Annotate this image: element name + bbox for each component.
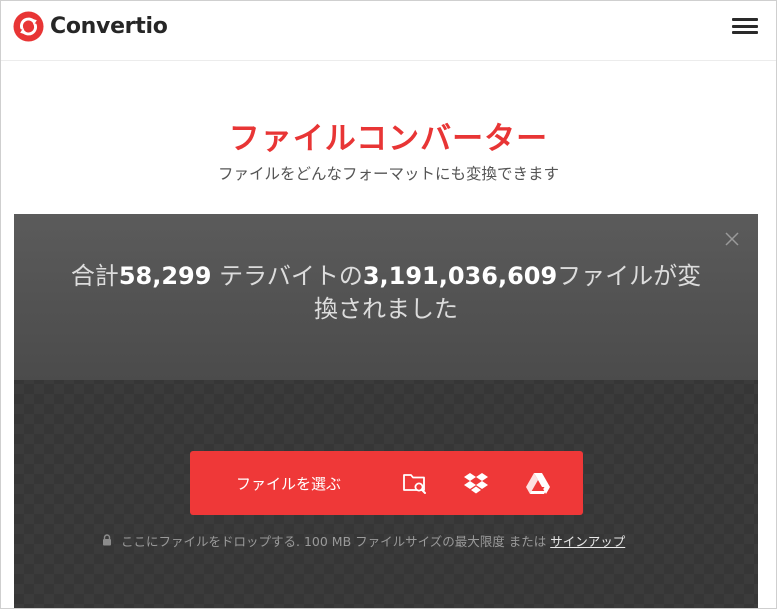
upload-area[interactable]: 合計58,299 テラバイトの3,191,036,609ファイルが変換されました…: [14, 214, 758, 608]
brand-name: Convertio: [50, 13, 168, 39]
google-drive-icon[interactable]: [525, 470, 551, 496]
site-header: Convertio: [1, 1, 776, 61]
page-title: ファイルコンバーター: [228, 121, 549, 157]
page-subtitle: ファイルをどんなフォーマットにも変換できます: [217, 165, 559, 183]
menu-bar: [732, 24, 758, 28]
choose-files-button[interactable]: ファイルを選ぶ: [190, 451, 583, 515]
signup-link[interactable]: サインアップ: [550, 531, 625, 550]
dropbox-icon[interactable]: [463, 470, 489, 496]
drop-hint: ここにファイルをドロップする. 100 MB ファイルサイズの最大限度 または …: [102, 531, 625, 549]
menu-bar: [732, 31, 758, 34]
close-icon[interactable]: [724, 231, 740, 247]
folder-search-icon[interactable]: [402, 470, 428, 496]
stats-text: 合計58,299 テラバイトの3,191,036,609ファイルが変換されました: [64, 260, 708, 326]
stats-files: 3,191,036,609: [362, 262, 558, 290]
stats-banner: 合計58,299 テラバイトの3,191,036,609ファイルが変換されました: [14, 214, 758, 380]
stats-middle: テラバイトの: [211, 262, 363, 290]
convertio-logo-icon: [13, 10, 44, 42]
choose-files-label: ファイルを選ぶ: [236, 475, 342, 493]
hamburger-menu-icon[interactable]: [732, 15, 758, 37]
menu-bar: [732, 18, 758, 21]
drop-hint-text: ここにファイルをドロップする. 100 MB ファイルサイズの最大限度 または: [121, 533, 547, 549]
stats-terabytes: 58,299: [118, 262, 212, 290]
page-frame: Convertio ファイルコンバーター ファイルをどんなフォーマットにも変換で…: [0, 0, 777, 609]
brand-logo[interactable]: Convertio: [13, 10, 168, 42]
stats-prefix: 合計: [70, 262, 119, 290]
lock-icon: [103, 534, 111, 546]
